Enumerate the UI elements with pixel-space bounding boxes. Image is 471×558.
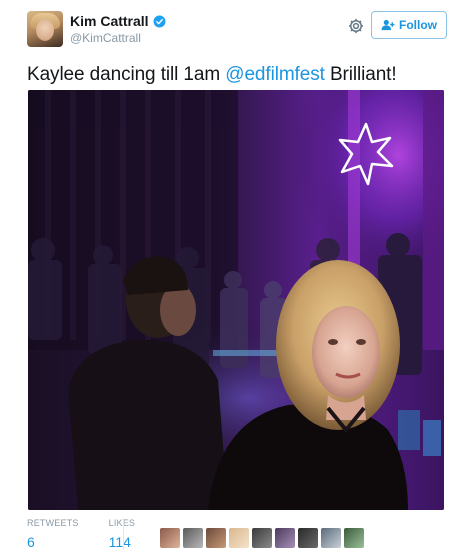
liker-avatar[interactable]: [252, 528, 272, 548]
liker-avatar[interactable]: [160, 528, 180, 548]
avatar-face: [36, 19, 54, 41]
tweet-text-start: Kaylee dancing till 1am: [27, 64, 226, 85]
likers-avatars: [160, 528, 364, 548]
retweets-count: 6: [27, 534, 35, 550]
liker-avatar[interactable]: [321, 528, 341, 548]
display-name[interactable]: Kim Cattrall: [70, 13, 149, 29]
mention-link[interactable]: @edfilmfest: [225, 64, 325, 85]
liker-avatar[interactable]: [344, 528, 364, 548]
user-name-block[interactable]: Kim Cattrall @KimCattrall: [70, 13, 166, 45]
tweet-photo[interactable]: [28, 90, 444, 510]
retweets-stat[interactable]: RETWEETS 6: [27, 518, 79, 550]
liker-avatar[interactable]: [275, 528, 295, 548]
liker-avatar[interactable]: [298, 528, 318, 548]
tweet-header: Kim Cattrall @KimCattrall Follow: [27, 10, 447, 50]
likes-stat[interactable]: LIKES 114: [109, 518, 136, 550]
verified-badge-icon: [153, 15, 166, 27]
user-handle[interactable]: @KimCattrall: [70, 31, 166, 45]
liker-avatar[interactable]: [206, 528, 226, 548]
stats-divider: [123, 518, 124, 550]
gear-icon[interactable]: [347, 17, 365, 35]
photo-scene: [28, 90, 444, 510]
tweet-text-end: Brilliant!: [324, 64, 397, 85]
liker-avatar[interactable]: [183, 528, 203, 548]
likes-count: 114: [108, 534, 131, 550]
follow-label: Follow: [399, 18, 437, 32]
follow-button[interactable]: Follow: [371, 11, 447, 39]
add-user-icon: [381, 19, 395, 31]
liker-avatar[interactable]: [229, 528, 249, 548]
retweets-label: RETWEETS: [27, 518, 79, 528]
avatar[interactable]: [27, 11, 63, 47]
tweet-text: Kaylee dancing till 1am @edfilmfest Bril…: [27, 64, 397, 86]
tweet-stats: RETWEETS 6 LIKES 114: [27, 518, 165, 554]
likes-label: LIKES: [108, 518, 136, 528]
